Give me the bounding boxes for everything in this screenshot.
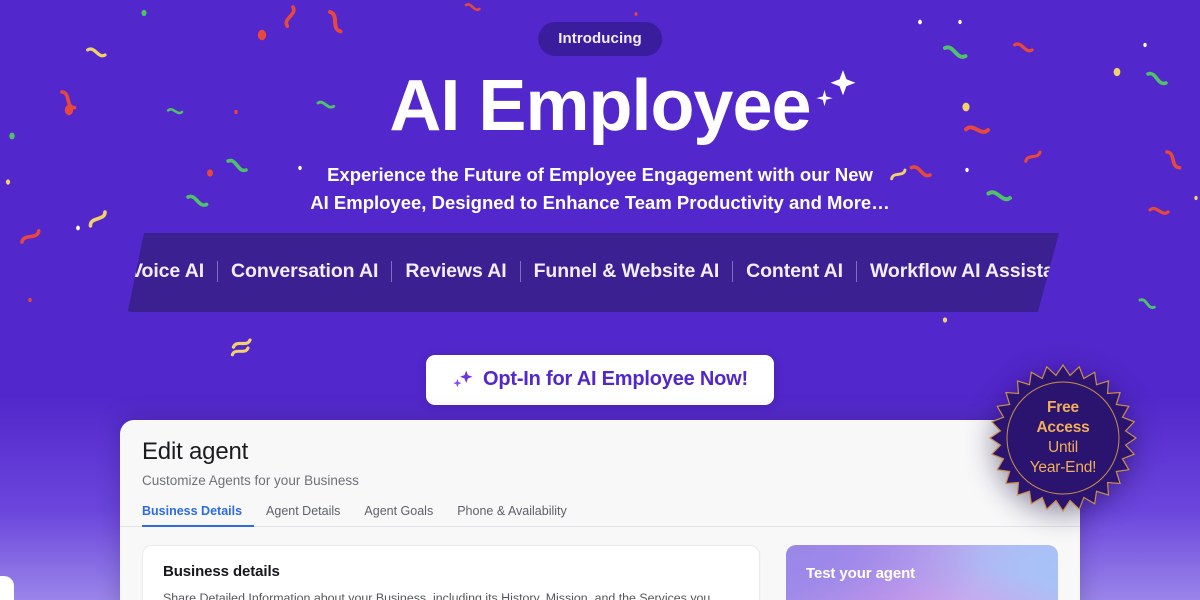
confetti-piece bbox=[230, 346, 250, 357]
tab-phone-availability[interactable]: Phone & Availability bbox=[445, 504, 579, 527]
sparkle-icon bbox=[815, 70, 855, 107]
confetti-piece bbox=[20, 229, 41, 244]
hero-subtitle: Experience the Future of Employee Engage… bbox=[0, 161, 1200, 217]
confetti-piece bbox=[284, 5, 296, 29]
business-details-card: Business details Share Detailed Informat… bbox=[142, 545, 760, 600]
confetti-piece bbox=[76, 225, 80, 231]
hero-title-container: AI Employee bbox=[0, 66, 1200, 146]
feature-separator bbox=[855, 261, 857, 282]
confetti-piece bbox=[257, 29, 267, 41]
opt-in-cta-label: Opt-In for AI Employee Now! bbox=[483, 368, 748, 390]
confetti-piece bbox=[28, 297, 32, 303]
app-content: Business details Share Detailed Informat… bbox=[120, 527, 1080, 600]
sparkle-icon bbox=[453, 370, 473, 387]
confetti-piece bbox=[86, 47, 107, 58]
tab-agent-goals[interactable]: Agent Goals bbox=[352, 504, 445, 527]
feature-item-voice-ai: Voice AI bbox=[130, 260, 205, 282]
app-preview-panel: Edit agent Customize Agents for your Bus… bbox=[120, 420, 1080, 600]
confetti-piece bbox=[1013, 42, 1034, 53]
hero-title-text: AI Employee bbox=[389, 66, 811, 146]
feature-item-content-ai: Content AI bbox=[746, 260, 843, 282]
feature-separator bbox=[519, 261, 521, 282]
feature-bar: Voice AI Conversation AI Reviews AI Funnel … bbox=[127, 233, 1059, 312]
corner-decoration bbox=[0, 576, 14, 600]
page-title: AI Employee bbox=[389, 66, 855, 146]
feature-separator bbox=[217, 261, 219, 282]
app-header: Edit agent Customize Agents for your Bus… bbox=[120, 420, 1080, 488]
landing-page-hero: Introducing AI Employee Experience the F… bbox=[0, 0, 1200, 600]
business-details-description: Share Detailed Information about your Bu… bbox=[163, 591, 711, 600]
free-access-seal: Free Access Until Year-End! bbox=[988, 363, 1138, 513]
seal-starburst-icon bbox=[988, 363, 1138, 513]
feature-item-workflow-ai-assistant: Workflow AI Assistant bbox=[869, 260, 1072, 282]
confetti-piece bbox=[958, 19, 962, 25]
confetti-piece bbox=[1138, 298, 1156, 309]
feature-separator bbox=[732, 261, 734, 282]
confetti-piece bbox=[942, 317, 948, 323]
feature-item-reviews-ai: Reviews AI bbox=[405, 260, 507, 282]
feature-list: Voice AI Conversation AI Reviews AI Funnel … bbox=[128, 260, 1072, 285]
app-title: Edit agent bbox=[142, 438, 249, 465]
test-your-agent-card[interactable]: Test your agent bbox=[786, 545, 1058, 600]
hero-subtitle-line-2: AI Employee, Designed to Enhance Team Pr… bbox=[310, 192, 890, 213]
confetti-piece bbox=[634, 12, 638, 16]
test-your-agent-title: Test your agent bbox=[806, 565, 916, 582]
confetti-piece bbox=[943, 45, 968, 59]
feature-separator bbox=[391, 261, 393, 282]
feature-item-funnel-website-ai: Funnel & Website AI bbox=[533, 260, 720, 282]
confetti-piece bbox=[918, 19, 922, 25]
feature-item-conversation-ai: Conversation AI bbox=[231, 260, 379, 282]
tab-business-details[interactable]: Business Details bbox=[142, 504, 255, 527]
hero-subtitle-line-1: Experience the Future of Employee Engage… bbox=[327, 164, 873, 185]
confetti-piece bbox=[1143, 42, 1147, 48]
tab-agent-details[interactable]: Agent Details bbox=[254, 504, 352, 527]
confetti-piece bbox=[328, 10, 343, 34]
confetti-piece bbox=[464, 3, 481, 11]
app-tab-bar: Business Details Agent Details Agent Goals… bbox=[120, 504, 1080, 527]
confetti-piece bbox=[231, 338, 252, 349]
opt-in-cta-button[interactable]: Opt-In for AI Employee Now! bbox=[426, 355, 774, 405]
confetti-piece bbox=[141, 9, 147, 17]
business-details-title: Business details bbox=[163, 563, 280, 580]
app-subtitle: Customize Agents for your Business bbox=[142, 473, 359, 488]
introducing-badge: Introducing bbox=[538, 22, 662, 56]
